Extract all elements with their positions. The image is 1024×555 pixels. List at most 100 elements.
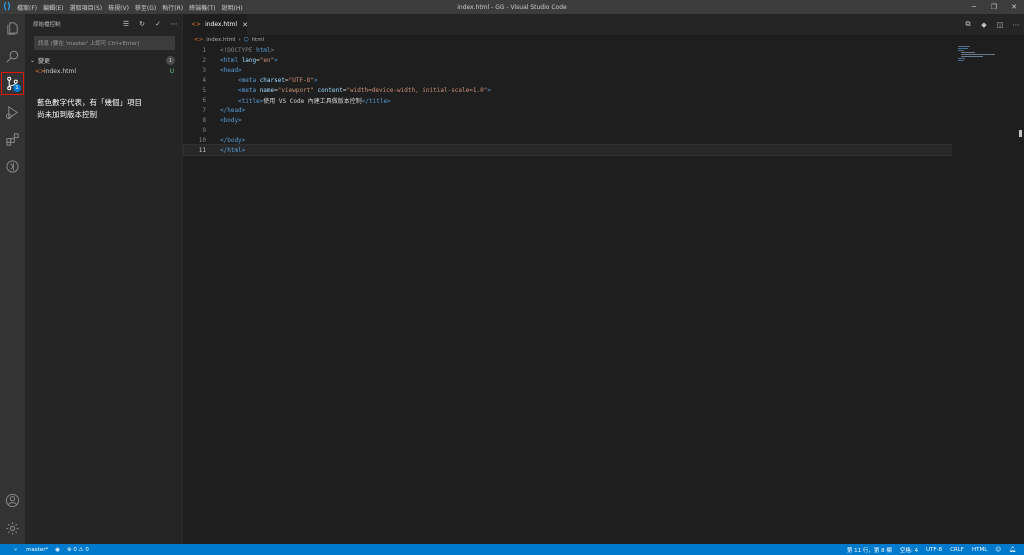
menu-edit[interactable]: 編輯(E) <box>40 3 66 12</box>
annotation-line-2: 尚未加到版本控制 <box>37 110 97 119</box>
html-file-icon: <> <box>35 68 46 75</box>
html-file-icon: <> <box>194 37 204 43</box>
tab-index-html[interactable]: <> index.html ✕ <box>184 14 248 35</box>
menu-go[interactable]: 移至(G) <box>132 3 159 12</box>
changes-group[interactable]: ⌄ 變更 1 <box>25 55 182 66</box>
line-number: 1 <box>202 46 206 54</box>
tab-close-icon[interactable]: ✕ <box>242 21 248 29</box>
menu-selection[interactable]: 選取項目(S) <box>67 3 106 12</box>
sidebar-title: 原始檔控制 <box>33 22 61 28</box>
breadcrumb-symbol[interactable]: html <box>252 37 265 43</box>
extensions-button[interactable] <box>0 127 25 152</box>
changes-label: 變更 <box>38 58 51 65</box>
line-number: 8 <box>202 116 206 124</box>
breadcrumb: <> index.html › ⬡ html <box>184 35 1024 45</box>
menu-file[interactable]: 檔案(F) <box>14 3 40 12</box>
bell-icon[interactable]: 🔔︎ <box>1009 547 1016 553</box>
git-compare-icon[interactable]: ◆ <box>976 21 992 29</box>
line-number: 9 <box>202 126 206 134</box>
timeline-button[interactable] <box>0 154 25 179</box>
manage-button[interactable] <box>0 516 25 541</box>
more-actions-icon[interactable]: ⋯ <box>166 14 182 34</box>
changes-count-badge: 1 <box>166 56 175 65</box>
close-icon[interactable]: ✕ <box>1004 0 1024 14</box>
code-line: 3 <head> <box>184 65 952 75</box>
menu-view[interactable]: 檢視(V) <box>105 3 132 12</box>
view-as-tree-icon[interactable]: ☰ <box>118 14 134 34</box>
code-line-current: 11 </html> <box>183 144 953 156</box>
code-text: </html> <box>220 146 246 154</box>
language-mode[interactable]: HTML <box>972 547 987 553</box>
window-controls: ─ ❐ ✕ <box>964 0 1024 14</box>
line-number: 2 <box>202 56 206 64</box>
code-line: 2 <html lang="en"> <box>184 55 952 65</box>
split-editor-icon[interactable]: ◫ <box>992 21 1008 29</box>
activity-bar: 1 <box>0 14 25 544</box>
branch-indicator[interactable]: ⑂ master* <box>7 547 48 553</box>
editor-more-icon[interactable]: ⋯ <box>1008 21 1024 29</box>
extensions-icon <box>6 133 19 146</box>
changed-file-name: index.html <box>44 68 76 75</box>
menu-run[interactable]: 執行(R) <box>159 3 186 12</box>
line-number: 3 <box>202 66 206 74</box>
code-text: <html lang="en"> <box>220 56 278 64</box>
encoding[interactable]: UTF-8 <box>926 547 942 553</box>
annotation-note: 藍色數字代表，有「幾個」項目 尚未加到版本控制 <box>37 97 167 121</box>
code-text: <!DOCTYPE html> <box>220 46 275 54</box>
indentation[interactable]: 空格: 4 <box>900 546 918 554</box>
code-line: 6 <title>使用 VS Code 內建工具做版本控制</title> <box>184 95 952 105</box>
status-bar: ⑂ master* ◉ ⊗ 0 ⚠ 0 第 11 行，第 8 欄 空格: 4 U… <box>0 544 1024 555</box>
code-line: 7 </head> <box>184 105 952 115</box>
minimap[interactable] <box>952 45 1024 544</box>
untracked-status: U <box>169 68 174 75</box>
restore-icon[interactable]: ❐ <box>984 0 1004 14</box>
live-share-icon[interactable]: ◉ <box>55 547 60 553</box>
explorer-button[interactable] <box>0 16 25 41</box>
line-number: 7 <box>202 106 206 114</box>
code-text: <meta name="viewport" content="width=dev… <box>238 86 491 94</box>
menu-terminal[interactable]: 終端機(T) <box>186 3 218 12</box>
source-control-sidebar: 原始檔控制 ☰ ↻ ✓ ⋯ 訊息 (要在 'master' 上認可 Ctrl+E… <box>25 14 183 544</box>
remote-icon <box>6 160 19 173</box>
sidebar-header: 原始檔控制 ☰ ↻ ✓ ⋯ <box>25 14 182 34</box>
code-line: 9 <box>184 125 952 135</box>
menu-bar: 檔案(F) 編輯(E) 選取項目(S) 檢視(V) 移至(G) 執行(R) 終端… <box>14 3 246 12</box>
code-editor[interactable]: 1 <!DOCTYPE html> 2 <html lang="en"> 3 <… <box>183 45 953 544</box>
line-number: 11 <box>198 146 206 154</box>
vscode-logo-icon: ⟨⟩ <box>2 2 12 12</box>
run-debug-button[interactable] <box>0 100 25 125</box>
breadcrumb-file[interactable]: index.html <box>206 37 235 43</box>
code-text: <meta charset="UTF-8"> <box>238 76 318 84</box>
menu-help[interactable]: 說明(H) <box>218 3 245 12</box>
editor-actions: ⧉ ◆ ◫ ⋯ <box>960 14 1024 35</box>
problems-indicator[interactable]: ⊗ 0 ⚠ 0 <box>67 547 89 553</box>
source-control-button[interactable]: 1 <box>0 71 25 96</box>
refresh-icon[interactable]: ↻ <box>134 14 150 34</box>
branch-icon: ⑂ <box>14 546 20 553</box>
title-bar: ⟨⟩ 檔案(F) 編輯(E) 選取項目(S) 檢視(V) 移至(G) 執行(R)… <box>0 0 1024 14</box>
annotation-line-1: 藍色數字代表，有「幾個」項目 <box>37 98 142 107</box>
html-file-icon: <> <box>191 21 202 28</box>
commit-message-input[interactable]: 訊息 (要在 'master' 上認可 Ctrl+Enter) <box>34 36 175 50</box>
open-changes-icon[interactable]: ⧉ <box>960 20 976 29</box>
account-icon <box>5 493 20 508</box>
scm-badge: 1 <box>13 84 21 92</box>
gear-icon <box>6 522 19 535</box>
files-icon <box>7 22 18 35</box>
end-of-line[interactable]: CRLF <box>950 547 964 553</box>
changed-file-item[interactable]: <> index.html U <box>25 66 182 77</box>
tab-label: index.html <box>205 21 238 28</box>
scrollbar-cursor-marker <box>1019 130 1022 137</box>
line-number: 4 <box>202 76 206 84</box>
minimize-icon[interactable]: ─ <box>964 0 984 14</box>
search-button[interactable] <box>0 44 25 69</box>
code-text: </body> <box>220 136 246 144</box>
commit-check-icon[interactable]: ✓ <box>150 14 166 34</box>
code-line: 5 <meta name="viewport" content="width=d… <box>184 85 952 95</box>
cursor-position[interactable]: 第 11 行，第 8 欄 <box>847 546 892 554</box>
accounts-button[interactable] <box>0 488 25 513</box>
code-line: 1 <!DOCTYPE html> <box>184 45 952 55</box>
code-text: <head> <box>220 66 242 74</box>
run-debug-icon <box>5 105 19 120</box>
feedback-icon[interactable]: ☺ <box>995 547 1001 553</box>
